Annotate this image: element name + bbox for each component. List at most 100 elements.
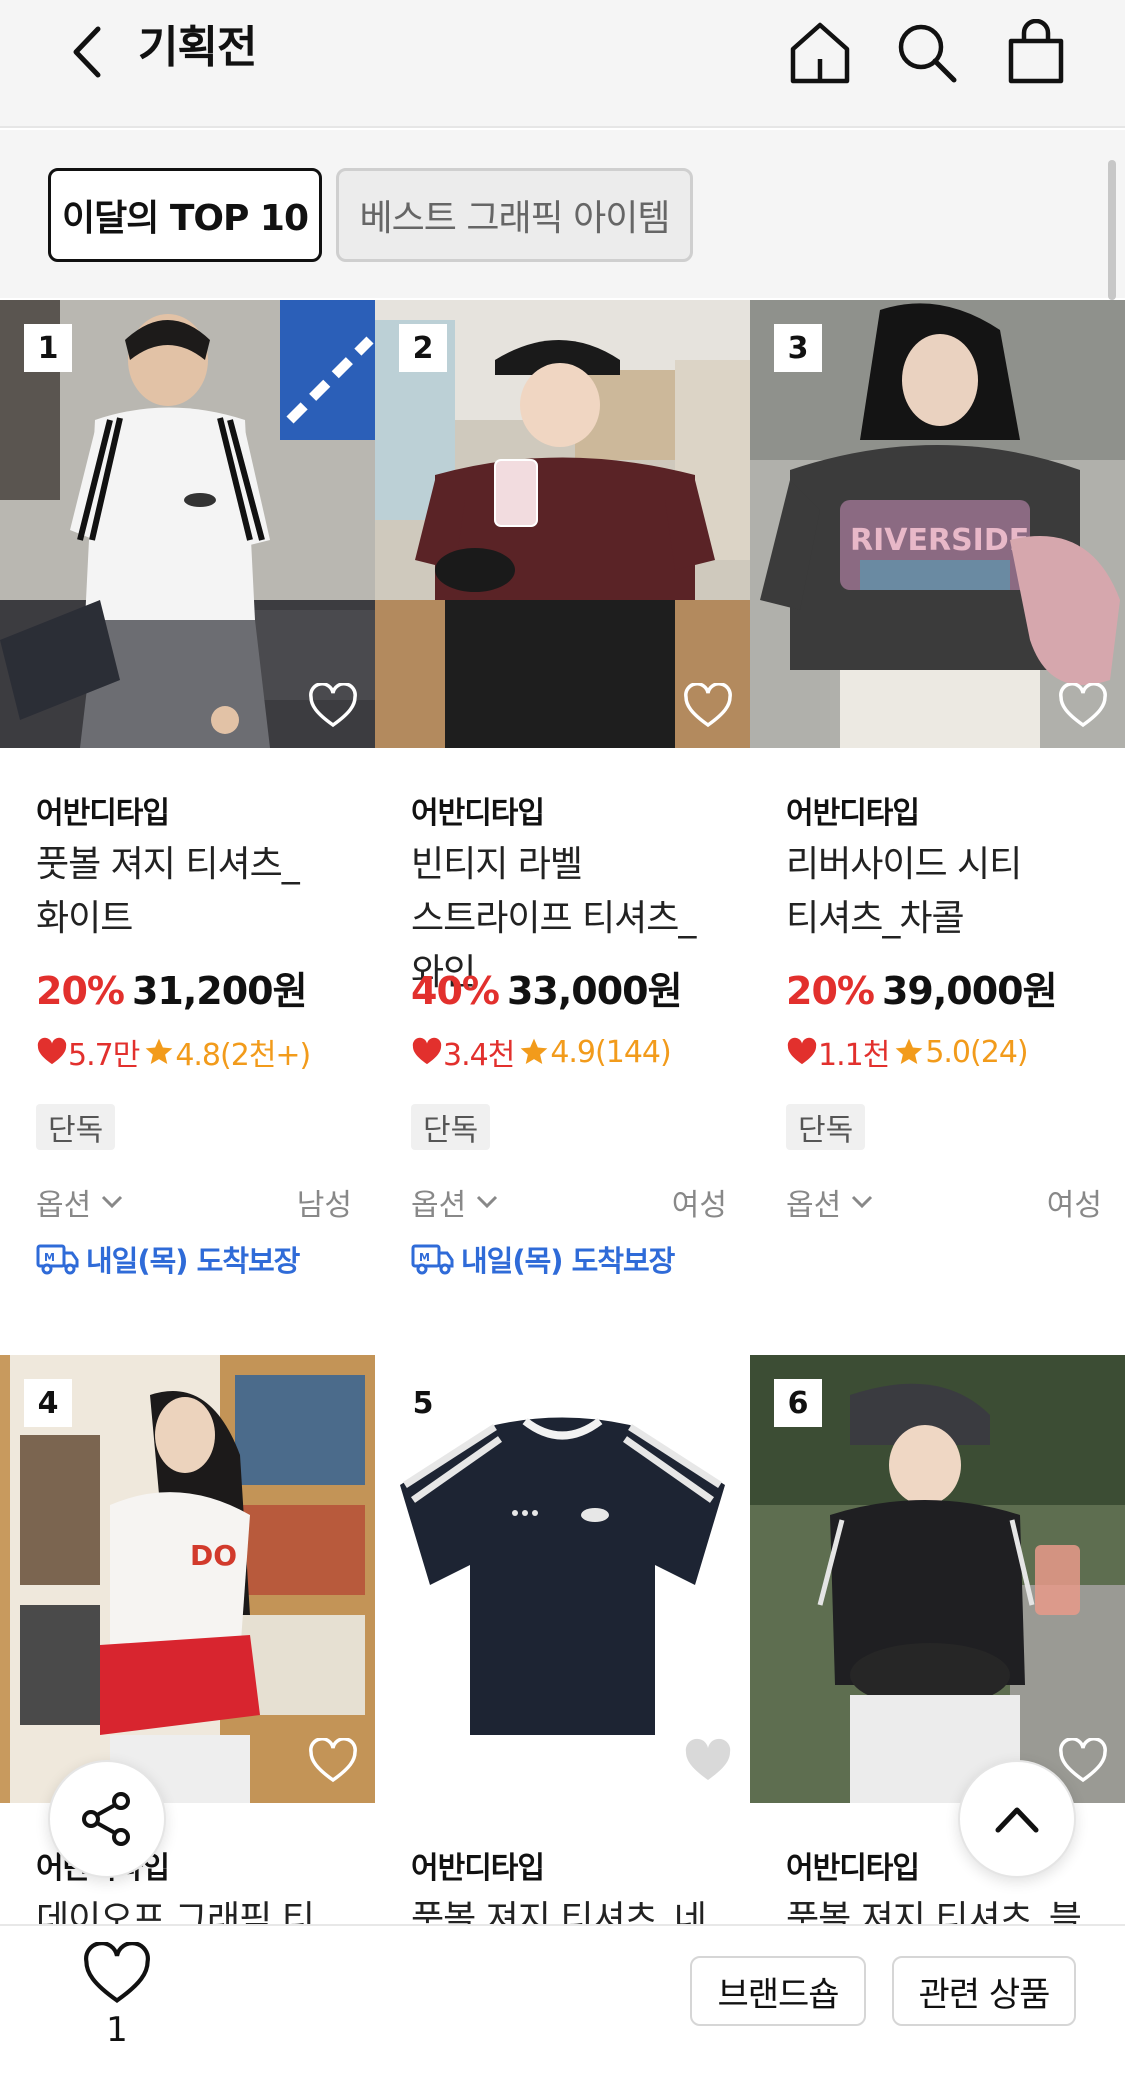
rank-badge: 1 [24,324,72,372]
product-image[interactable]: 2 [375,300,750,748]
home-button[interactable] [782,14,858,90]
stats-row: 1.1천 5.0(24) [786,1030,1029,1074]
chevron-up-icon [995,1807,1039,1833]
discount-rate: 40% [411,969,500,1013]
chevron-down-icon [852,1195,873,1209]
wish-count: 1 [106,2010,128,2050]
brand-name[interactable]: 어반디타입 [786,788,920,832]
star-icon [895,1038,923,1064]
delivery-guarantee: M 내일(목) 도착보장 [411,1238,675,1280]
rank-badge: 3 [774,324,822,372]
tab-best-graphic[interactable]: 베스트 그래픽 아이템 [336,168,693,262]
brand-shop-button[interactable]: 브랜드숍 [690,1956,866,2026]
option-row: 옵션 남성 [36,1180,352,1224]
top-header: 기획전 [0,0,1125,128]
gender-label: 남성 [296,1188,352,1223]
stats-row: 3.4천 4.9(144) [411,1030,672,1074]
brand-name[interactable]: 어반디타입 [411,788,545,832]
product-image[interactable]: 6 [750,1355,1125,1803]
search-button[interactable] [888,14,964,90]
heart-filled-icon [37,1037,67,1065]
option-label: 옵션 [36,1188,92,1223]
svg-text:M: M [419,1251,429,1264]
truck-icon: M [36,1244,79,1275]
back-button[interactable] [62,22,112,82]
delivery-text: 내일(목) 도착보장 [461,1244,675,1278]
scroll-top-button[interactable] [958,1760,1076,1878]
price: 33,000원 [506,969,683,1013]
tab-top10[interactable]: 이달의 TOP 10 [48,168,322,262]
cart-button[interactable] [998,14,1074,90]
share-icon [82,1792,130,1846]
wishlist-button[interactable] [680,1733,736,1789]
option-label: 옵션 [411,1188,467,1223]
wishlist-button[interactable] [305,678,361,734]
option-row: 옵션 여성 [411,1180,727,1224]
product-name[interactable]: 풋볼 져지 티셔츠_블 [786,1893,1106,1925]
price-row: 40% 33,000원 [411,960,683,1015]
product-image[interactable]: DO 4 [0,1355,375,1803]
svg-text:DO: DO [190,1539,237,1572]
exclusive-badge: 단독 [36,1104,116,1150]
brand-name[interactable]: 어반디타입 [36,788,170,832]
product-name[interactable]: 풋볼 져지 티셔츠_화이트 [36,838,356,946]
wishlist-button[interactable] [1055,1733,1111,1789]
wishlist-button[interactable] [1055,678,1111,734]
svg-text:RIVERSIDE: RIVERSIDE [850,523,1029,558]
like-count: 5.7만 [68,1038,140,1073]
share-button[interactable] [48,1760,166,1878]
chevron-down-icon [102,1195,123,1209]
option-dropdown[interactable]: 옵션 [36,1180,127,1224]
price: 39,000원 [881,969,1058,1013]
discount-rate: 20% [786,969,875,1013]
price-row: 20% 39,000원 [786,960,1058,1015]
search-icon [898,24,957,83]
price: 31,200원 [131,969,308,1013]
star-icon [520,1038,548,1064]
heart-outline-icon [684,683,732,728]
scrollbar[interactable] [1108,160,1116,300]
exclusive-badge: 단독 [411,1104,491,1150]
wishlist-button[interactable] [305,1733,361,1789]
discount-rate: 20% [36,969,125,1013]
page-title: 기획전 [138,22,257,73]
shopping-bag-icon [1008,19,1064,84]
rank-badge: 6 [774,1379,822,1427]
gender-label: 여성 [1046,1188,1102,1223]
option-dropdown[interactable]: 옵션 [786,1180,877,1224]
home-icon [790,22,850,84]
delivery-guarantee: M 내일(목) 도착보장 [36,1238,300,1280]
option-dropdown[interactable]: 옵션 [411,1180,502,1224]
rank-badge: 2 [399,324,447,372]
rating: 4.9(144) [550,1034,671,1070]
like-count: 3.4천 [443,1038,515,1073]
product-name[interactable]: 풋볼 져지 티셔츠_네 [411,1893,731,1925]
product-name[interactable]: 리버사이드 시티 티셔츠_차콜 [786,838,1106,946]
product-image[interactable]: 5 [375,1355,750,1803]
brand-name[interactable]: 어반디타입 [411,1843,545,1887]
back-arrow-icon [73,26,101,78]
product-image[interactable]: 1 [0,300,375,748]
exclusive-badge: 단독 [786,1104,866,1150]
heart-filled-icon [685,1738,731,1780]
heart-filled-icon [787,1037,817,1065]
heart-filled-icon [412,1037,442,1065]
brand-name[interactable]: 어반디타입 [786,1843,920,1887]
star-icon [145,1038,173,1064]
product-name[interactable]: 데이오프 그래픽 티 [36,1893,356,1925]
price-row: 20% 31,200원 [36,960,308,1015]
chevron-down-icon [477,1195,498,1209]
tab-bar: 이달의 TOP 10 베스트 그래픽 아이템 [0,130,1125,298]
like-count: 1.1천 [818,1038,890,1073]
wishlist-button[interactable]: 1 [72,1942,162,2072]
heart-outline-icon [1059,683,1107,728]
related-products-button[interactable]: 관련 상품 [892,1956,1076,2026]
option-row: 옵션 여성 [786,1180,1102,1224]
rank-badge: 4 [24,1379,72,1427]
rating: 4.8(2천+) [175,1038,311,1073]
rating: 5.0(24) [925,1034,1028,1070]
product-image[interactable]: RIVERSIDE 3 [750,300,1125,748]
truck-icon: M [411,1244,454,1275]
wishlist-button[interactable] [680,678,736,734]
option-label: 옵션 [786,1188,842,1223]
